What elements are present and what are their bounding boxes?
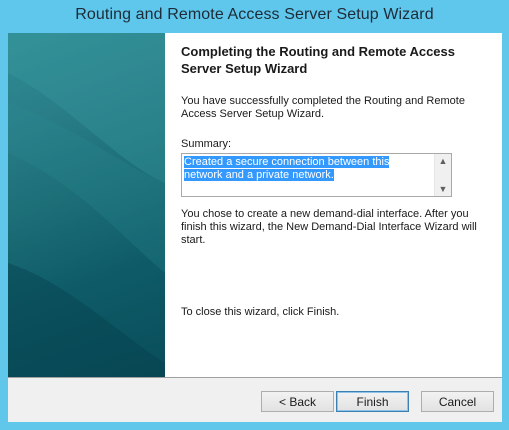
wizard-window: Routing and Remote Access Server Setup W…	[0, 0, 509, 430]
button-bar: < Back Finish Cancel	[8, 378, 502, 422]
scroll-down-icon[interactable]: ▼	[435, 182, 451, 196]
title-bar[interactable]: Routing and Remote Access Server Setup W…	[0, 0, 509, 34]
success-message: You have successfully completed the Rout…	[181, 95, 465, 120]
wizard-content-panel: Completing the Routing and Remote Access…	[165, 33, 502, 377]
scroll-up-icon[interactable]: ▲	[435, 154, 451, 168]
window-title: Routing and Remote Access Server Setup W…	[75, 6, 434, 23]
back-button[interactable]: < Back	[261, 391, 334, 412]
page-heading: Completing the Routing and Remote Access…	[181, 44, 455, 76]
finish-button[interactable]: Finish	[336, 391, 409, 412]
summary-scrollbar[interactable]: ▲ ▼	[434, 154, 451, 196]
cancel-button[interactable]: Cancel	[421, 391, 494, 412]
summary-text[interactable]: Created a secure connection between this…	[184, 156, 431, 182]
wizard-client-area: Completing the Routing and Remote Access…	[8, 33, 502, 422]
banner-swoosh-graphic	[8, 33, 165, 377]
demand-dial-message: You chose to create a new demand-dial in…	[181, 208, 477, 246]
summary-label: Summary:	[181, 138, 232, 150]
summary-textbox[interactable]: Created a secure connection between this…	[181, 153, 452, 197]
wizard-banner-image	[8, 33, 165, 377]
summary-selected-text: Created a secure connection between this…	[184, 156, 390, 181]
close-instructions: To close this wizard, click Finish.	[181, 306, 340, 318]
